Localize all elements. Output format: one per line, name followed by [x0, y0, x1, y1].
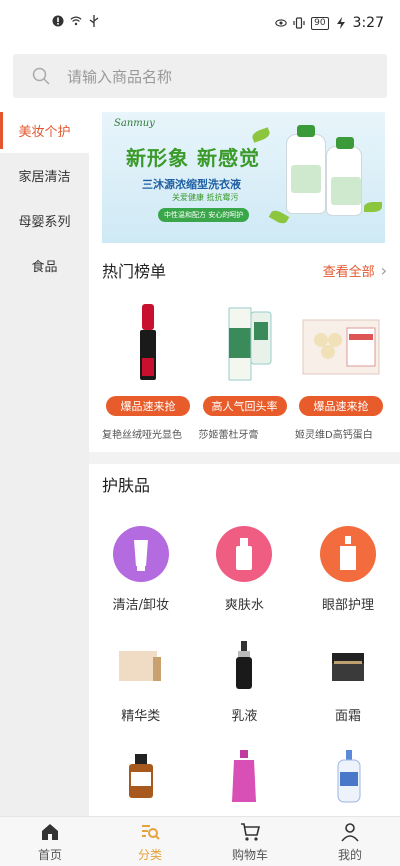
section-divider [89, 452, 400, 464]
skincare-grid: 清洁/卸妆 爽肤水 眼部护理 精华类 乳液 面霜 [89, 516, 400, 816]
banner-pill: 中性温和配方 安心的呵护 [158, 208, 250, 222]
nav-label: 分类 [137, 847, 162, 862]
hot-item-name: 复艳丝绒哑光显色 [102, 430, 182, 441]
detergent-bottle-image [326, 137, 362, 216]
detergent-bottle-image [286, 125, 326, 214]
grid-item-essential-oil[interactable] [89, 738, 193, 816]
serum-box-image [113, 637, 169, 693]
protein-box-image [295, 298, 387, 388]
grid-item-label: 面霜 [334, 709, 361, 724]
toner-bottle-icon [216, 526, 273, 582]
sidebar-item-label: 母婴系列 [18, 215, 71, 230]
banner-tagline: 关爱健康 抵抗霉污 [172, 193, 239, 202]
hot-item-badge: 爆品速来抢 [299, 396, 383, 416]
sidebar-item-label: 家居清洁 [18, 170, 71, 185]
status-bar: 90 3:27 [0, 0, 400, 46]
sidebar-item-beauty[interactable]: 美妆个护 [0, 108, 89, 153]
leaf-decoration [364, 202, 382, 212]
search-placeholder: 请输入商品名称 [67, 67, 173, 86]
banner-headline: 新形象 新感觉 [126, 146, 260, 170]
nav-label: 首页 [37, 847, 62, 862]
hot-item-protein[interactable]: 爆品速来抢 姬灵维D高钙蛋白 [295, 298, 387, 448]
vibrate-icon [293, 17, 305, 29]
search-input[interactable]: 请输入商品名称 [13, 54, 387, 98]
hot-item-name: 姬灵维D高钙蛋白 [295, 430, 373, 441]
hot-list: 爆品速来抢 复艳丝绒哑光显色 高人气回头率 莎姬蕾杜牙膏 爆品速来抢 姬灵维D高… [102, 298, 387, 448]
chevron-right-icon: › [380, 260, 387, 280]
grid-item-label: 眼部护理 [321, 598, 374, 613]
grid-item-face-cream[interactable]: 面霜 [296, 627, 400, 738]
nav-category[interactable]: 分类 [100, 817, 200, 866]
nav-home[interactable]: 首页 [0, 817, 100, 866]
grid-item-label: 爽肤水 [224, 598, 264, 613]
skincare-header: 护肤品 [102, 472, 387, 496]
leaf-decoration [250, 127, 272, 143]
grid-item-label: 乳液 [231, 709, 258, 724]
eye-cream-bottle-icon [319, 526, 376, 582]
category-search-icon [142, 824, 160, 840]
hot-item-badge: 高人气回头率 [202, 396, 287, 416]
wifi-icon [70, 16, 82, 26]
grid-item-body-wash[interactable] [296, 738, 400, 816]
alert-icon [52, 15, 64, 27]
hot-item-lipstick[interactable]: 爆品速来抢 复艳丝绒哑光显色 [102, 298, 194, 448]
body-wash-bottle-image [320, 748, 376, 804]
hot-item-badge: 爆品速来抢 [106, 396, 190, 416]
category-sidebar: 美妆个护 家居清洁 母婴系列 食品 [0, 108, 89, 816]
hot-item-toothpaste[interactable]: 高人气回头率 莎姬蕾杜牙膏 [199, 298, 291, 448]
hot-item-name: 莎姬蕾杜牙膏 [198, 430, 259, 441]
toothpaste-image [199, 298, 291, 388]
nav-label: 购物车 [231, 847, 268, 862]
grid-item-cleansing[interactable]: 清洁/卸妆 [89, 516, 193, 627]
view-all-label: 查看全部 [322, 264, 375, 280]
search-bar: 请输入商品名称 [0, 46, 400, 108]
sidebar-item-home-cleaning[interactable]: 家居清洁 [0, 153, 89, 198]
sidebar-item-food[interactable]: 食品 [0, 243, 89, 288]
promo-banner[interactable]: Sanmuy 新形象 新感觉 三沐源浓缩型洗衣液 关爱健康 抵抗霉污 中性温和配… [102, 112, 385, 243]
view-all-link[interactable]: 查看全部 › [323, 261, 387, 280]
grid-item-shampoo[interactable] [193, 738, 297, 816]
face-cream-jar-image [320, 637, 376, 693]
sidebar-item-label: 食品 [31, 260, 58, 275]
sidebar-item-label: 美妆个护 [18, 125, 71, 140]
grid-item-toner[interactable]: 爽肤水 [193, 516, 297, 627]
cart-icon [241, 822, 261, 841]
nav-profile[interactable]: 我的 [300, 817, 400, 866]
charging-icon [336, 17, 345, 29]
search-icon [32, 67, 50, 85]
grid-item-eye-care[interactable]: 眼部护理 [296, 516, 400, 627]
eye-icon [275, 19, 287, 27]
cleanser-tube-icon [112, 526, 169, 582]
sidebar-item-mother-baby[interactable]: 母婴系列 [0, 198, 89, 243]
hot-list-header: 热门榜单 查看全部 › [102, 258, 387, 282]
clock: 3:27 [352, 15, 384, 31]
grid-item-label: 精华类 [121, 709, 161, 724]
shampoo-bottle-image [216, 748, 272, 804]
lipstick-image [102, 298, 194, 388]
usb-icon [89, 15, 99, 27]
essential-oil-bottle-image [113, 748, 169, 804]
nav-label: 我的 [337, 847, 362, 862]
user-icon [341, 822, 359, 842]
category-content: Sanmuy 新形象 新感觉 三沐源浓缩型洗衣液 关爱健康 抵抗霉污 中性温和配… [89, 108, 400, 816]
skincare-title: 护肤品 [102, 476, 151, 495]
grid-item-serum[interactable]: 精华类 [89, 627, 193, 738]
bottom-nav: 首页 分类 购物车 我的 [0, 816, 400, 866]
banner-logo: Sanmuy [114, 118, 155, 129]
grid-item-label: 清洁/卸妆 [112, 598, 169, 613]
nav-cart[interactable]: 购物车 [200, 817, 300, 866]
hot-list-title: 热门榜单 [102, 262, 167, 281]
grid-item-lotion[interactable]: 乳液 [193, 627, 297, 738]
battery-level: 90 [311, 16, 329, 30]
home-icon [42, 823, 58, 840]
lotion-bottle-image [216, 637, 272, 693]
banner-subtitle: 三沐源浓缩型洗衣液 [142, 178, 241, 191]
